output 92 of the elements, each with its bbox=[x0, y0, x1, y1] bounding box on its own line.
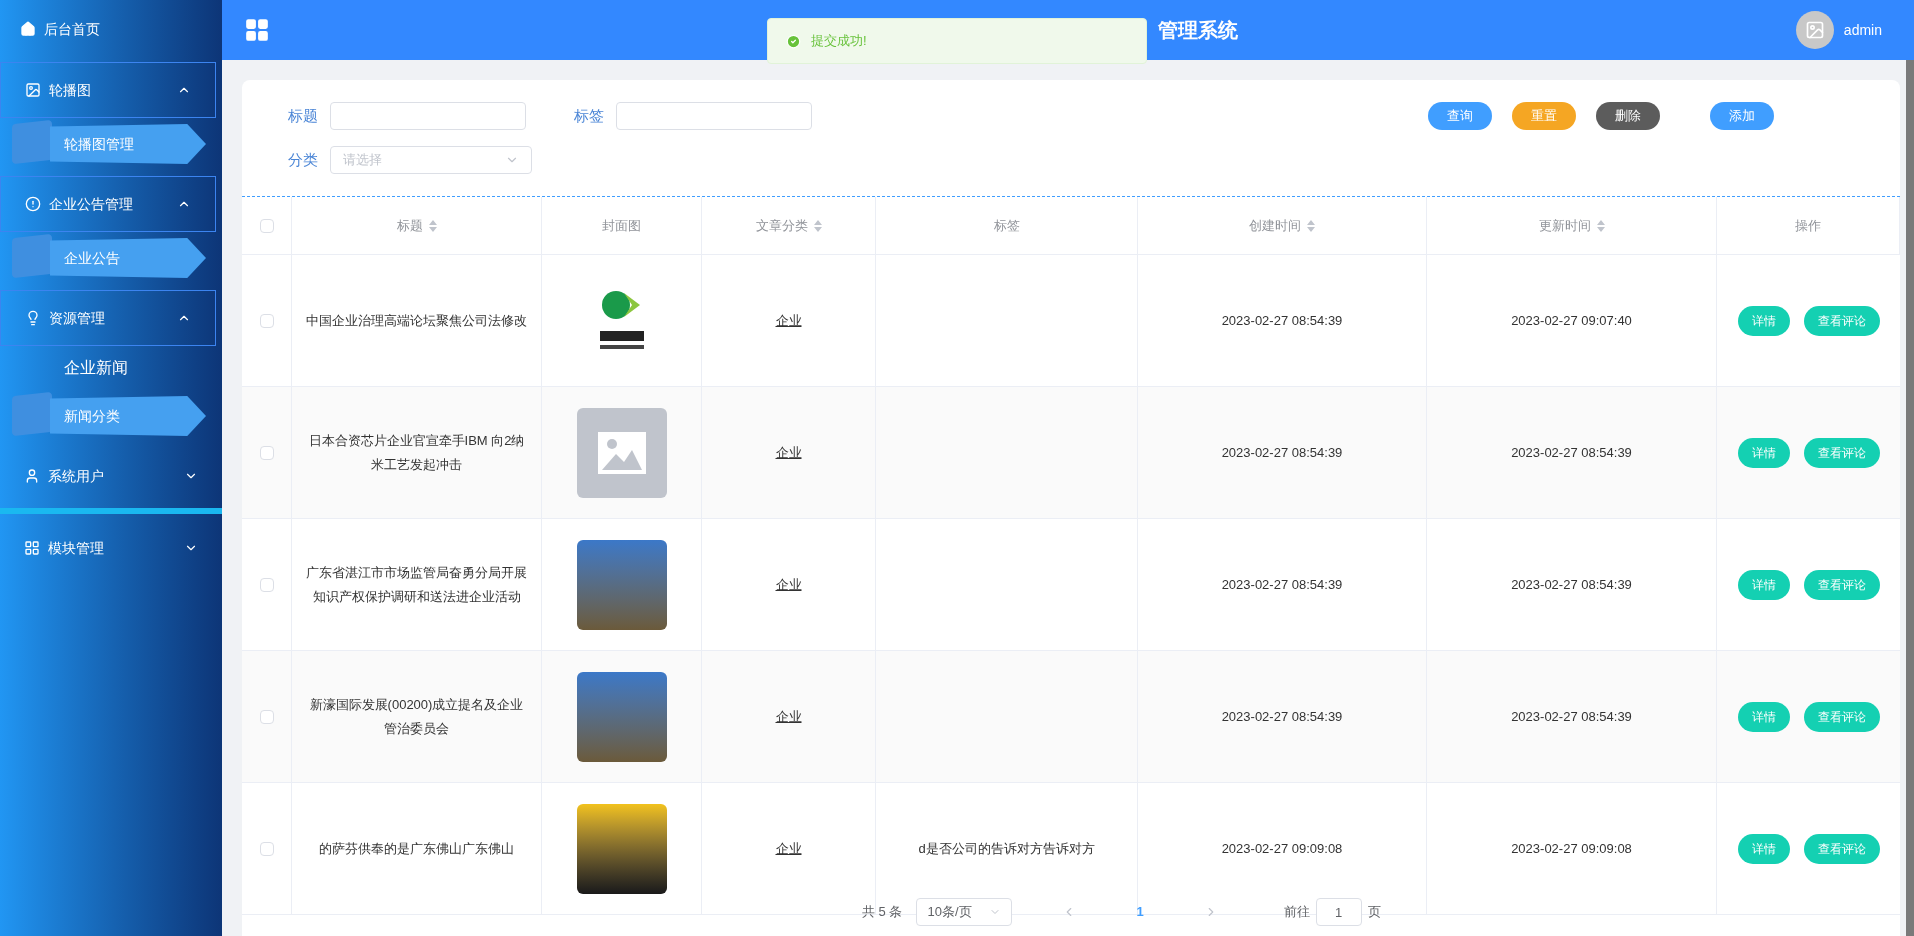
table-cell-text: 日本合资芯片企业官宣牵手IBM 向2纳米工艺发起冲击 bbox=[307, 431, 526, 474]
page-size-select[interactable]: 10条/页 bbox=[916, 898, 1013, 926]
row-action-button[interactable]: 查看评论 bbox=[1803, 437, 1880, 468]
checkbox[interactable] bbox=[259, 445, 274, 460]
action-button[interactable]: 删除 bbox=[1596, 102, 1660, 130]
column-header: 标签 bbox=[993, 216, 1020, 235]
field-label: 标签 bbox=[574, 105, 604, 126]
success-check-icon bbox=[786, 33, 801, 49]
app-title: 管理系统 bbox=[1157, 18, 1238, 43]
home-icon bbox=[20, 21, 36, 37]
table-cell-text: 企业 bbox=[775, 575, 802, 594]
table-cell-text: 2023-02-27 08:54:39 bbox=[1221, 707, 1343, 726]
toast-message: 提交成功! bbox=[767, 18, 1147, 64]
action-button[interactable]: 添加 bbox=[1710, 102, 1774, 130]
column-header: 标题 bbox=[396, 216, 423, 235]
column-header: 操作 bbox=[1795, 216, 1821, 235]
sidebar-group-header[interactable]: 资源管理 bbox=[0, 290, 216, 346]
row-action-button[interactable]: 查看评论 bbox=[1803, 833, 1880, 864]
column-header: 文章分类 bbox=[755, 216, 808, 235]
ribbon-menu-item[interactable]: 新闻分类 bbox=[50, 396, 206, 436]
table-cell-text: 2023-02-27 08:54:39 bbox=[1221, 311, 1343, 330]
table-cell-text: 广东省湛江市市场监管局奋勇分局开展知识产权保护调研和送法进企业活动 bbox=[305, 563, 528, 606]
table-cell-text: 企业 bbox=[775, 839, 802, 858]
table-cell-text: 2023-02-27 08:54:39 bbox=[1221, 443, 1343, 462]
table-cell-text: 企业 bbox=[775, 311, 802, 330]
checkbox[interactable] bbox=[259, 313, 274, 328]
table-cell-text: 2023-02-27 08:54:39 bbox=[1511, 575, 1632, 594]
scrollbar[interactable] bbox=[1906, 60, 1914, 936]
picture-icon bbox=[597, 431, 646, 474]
sidebar-item[interactable]: 后台首页 bbox=[0, 14, 222, 44]
exclamation-circle-icon bbox=[25, 196, 41, 212]
sort-icon[interactable] bbox=[428, 219, 437, 232]
username[interactable]: admin bbox=[1843, 19, 1882, 41]
table-cell-text: 2023-02-27 08:54:39 bbox=[1221, 575, 1343, 594]
row-action-button[interactable]: 查看评论 bbox=[1803, 569, 1880, 600]
goto-suffix: 页 bbox=[1367, 903, 1381, 922]
select-field[interactable]: 请选择 bbox=[330, 146, 532, 174]
sidebar-subitem[interactable]: 企业新闻 bbox=[64, 356, 128, 380]
input-field[interactable] bbox=[330, 102, 526, 130]
picture-icon bbox=[25, 82, 41, 98]
checkbox[interactable] bbox=[259, 709, 274, 724]
sidebar-group-header[interactable]: 企业公告管理 bbox=[0, 176, 216, 232]
person-icon bbox=[24, 468, 40, 484]
goto-label: 前往 bbox=[1283, 903, 1310, 922]
column-header: 创建时间 bbox=[1249, 216, 1301, 235]
checkbox[interactable] bbox=[259, 218, 274, 233]
sidebar-group-header[interactable]: 模块管理 bbox=[0, 520, 222, 576]
sort-icon[interactable] bbox=[1307, 219, 1315, 232]
sort-icon[interactable] bbox=[813, 219, 822, 232]
ribbon-fold bbox=[12, 119, 52, 165]
row-action-button[interactable]: 查看评论 bbox=[1803, 305, 1880, 336]
table-cell-text: 企业 bbox=[775, 707, 802, 726]
action-button[interactable]: 重置 bbox=[1512, 102, 1576, 130]
grid-icon bbox=[24, 540, 40, 556]
row-action-button[interactable]: 详情 bbox=[1737, 437, 1790, 468]
column-header: 更新时间 bbox=[1538, 216, 1591, 235]
ribbon-fold bbox=[12, 233, 52, 279]
table-cell-text: 的萨芬供奉的是广东佛山广东佛山 bbox=[319, 839, 514, 858]
sidebar-group-header[interactable]: 轮播图 bbox=[0, 62, 216, 118]
table-cell-text: d是否公司的告诉对方告诉对方 bbox=[918, 839, 1095, 858]
sort-icon[interactable] bbox=[1596, 219, 1605, 232]
table-cell-text: 2023-02-27 09:07:40 bbox=[1511, 311, 1632, 330]
table-cell-text: 新濠国际发展(00200)成立提名及企业管治委员会 bbox=[308, 695, 525, 738]
input-field[interactable] bbox=[616, 102, 812, 130]
ribbon-fold bbox=[12, 391, 52, 437]
page-input[interactable]: 1 bbox=[1315, 898, 1362, 926]
row-action-button[interactable]: 详情 bbox=[1737, 701, 1790, 732]
table-cell-text: 2023-02-27 09:09:08 bbox=[1221, 839, 1343, 858]
row-action-button[interactable]: 详情 bbox=[1737, 833, 1790, 864]
avatar[interactable] bbox=[1795, 11, 1834, 49]
field-label: 标题 bbox=[288, 105, 318, 126]
picture-icon bbox=[1804, 20, 1825, 40]
checkbox[interactable] bbox=[259, 841, 274, 856]
sidebar-group-header[interactable]: 系统用户 bbox=[0, 448, 222, 504]
page-number[interactable]: 1 bbox=[1136, 902, 1144, 922]
checkbox[interactable] bbox=[259, 577, 274, 592]
row-action-button[interactable]: 查看评论 bbox=[1803, 701, 1880, 732]
ribbon-menu-item[interactable]: 企业公告 bbox=[50, 238, 206, 278]
grid-icon[interactable] bbox=[244, 17, 270, 43]
ribbon-menu-item[interactable]: 轮播图管理 bbox=[50, 124, 206, 164]
table-cell-text: 2023-02-27 08:54:39 bbox=[1511, 443, 1632, 462]
row-action-button[interactable]: 详情 bbox=[1737, 569, 1790, 600]
lightbulb-icon bbox=[25, 310, 41, 326]
table-cell-text: 2023-02-27 09:09:08 bbox=[1511, 839, 1632, 858]
table-cell-text: 中国企业治理高端论坛聚焦公司法修改 bbox=[306, 311, 527, 330]
table-cell-text: 企业 bbox=[775, 443, 802, 462]
column-header: 封面图 bbox=[602, 216, 641, 235]
row-action-button[interactable]: 详情 bbox=[1737, 305, 1790, 336]
action-button[interactable]: 查询 bbox=[1428, 102, 1492, 130]
table-cell-text: 2023-02-27 08:54:39 bbox=[1511, 707, 1632, 726]
total-count: 共 5 条 bbox=[862, 903, 903, 922]
field-label: 分类 bbox=[288, 149, 318, 170]
